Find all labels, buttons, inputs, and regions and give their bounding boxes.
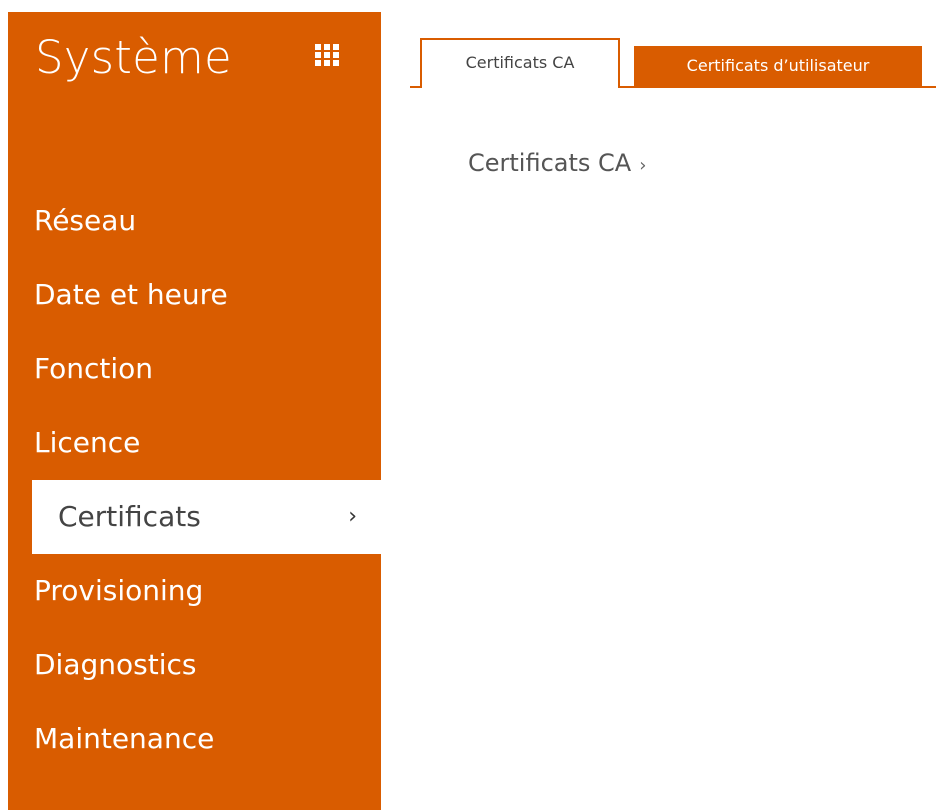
chevron-right-icon: › <box>639 155 647 176</box>
tab-bar: Certificats CA Certificats d’utilisateur <box>410 38 936 88</box>
section-link-certificats-ca[interactable]: Certificats CA › <box>468 143 646 186</box>
sidebar-item-label: Fonction <box>34 352 154 385</box>
tab-label: Certificats CA <box>465 53 575 72</box>
sidebar-item-label: Provisioning <box>34 574 204 607</box>
sidebar-item-provisioning[interactable]: Provisioning <box>8 554 381 628</box>
grid-icon[interactable] <box>315 44 339 66</box>
sidebar-item-fonction[interactable]: Fonction <box>8 332 381 406</box>
sidebar-item-reseau[interactable]: Réseau <box>8 184 381 258</box>
sidebar-item-licence[interactable]: Licence <box>8 406 381 480</box>
sidebar-header: Système <box>35 30 355 86</box>
tab-certificats-utilisateur[interactable]: Certificats d’utilisateur <box>634 46 922 86</box>
sidebar-title: Système <box>35 31 232 84</box>
sidebar-item-diagnostics[interactable]: Diagnostics <box>8 628 381 702</box>
sidebar-item-certificats[interactable]: Certificats › <box>32 480 381 554</box>
sidebar-item-label: Réseau <box>34 204 137 237</box>
sidebar-item-label: Date et heure <box>34 278 228 311</box>
sidebar-nav: Réseau Date et heure Fonction Licence Ce… <box>8 184 381 776</box>
sidebar-item-date-et-heure[interactable]: Date et heure <box>8 258 381 332</box>
tab-label: Certificats d’utilisateur <box>686 56 870 75</box>
sidebar-item-label: Certificats <box>58 500 201 533</box>
sidebar-item-maintenance[interactable]: Maintenance <box>8 702 381 776</box>
sidebar-item-label: Licence <box>34 426 141 459</box>
sidebar-item-label: Maintenance <box>34 722 215 755</box>
chevron-right-icon: › <box>348 504 357 529</box>
section-label: Certificats CA <box>468 149 632 177</box>
sidebar-item-label: Diagnostics <box>34 648 197 681</box>
sidebar: Système Réseau Date et heure Fonction Li… <box>8 12 381 810</box>
tab-certificats-ca[interactable]: Certificats CA <box>420 38 620 88</box>
